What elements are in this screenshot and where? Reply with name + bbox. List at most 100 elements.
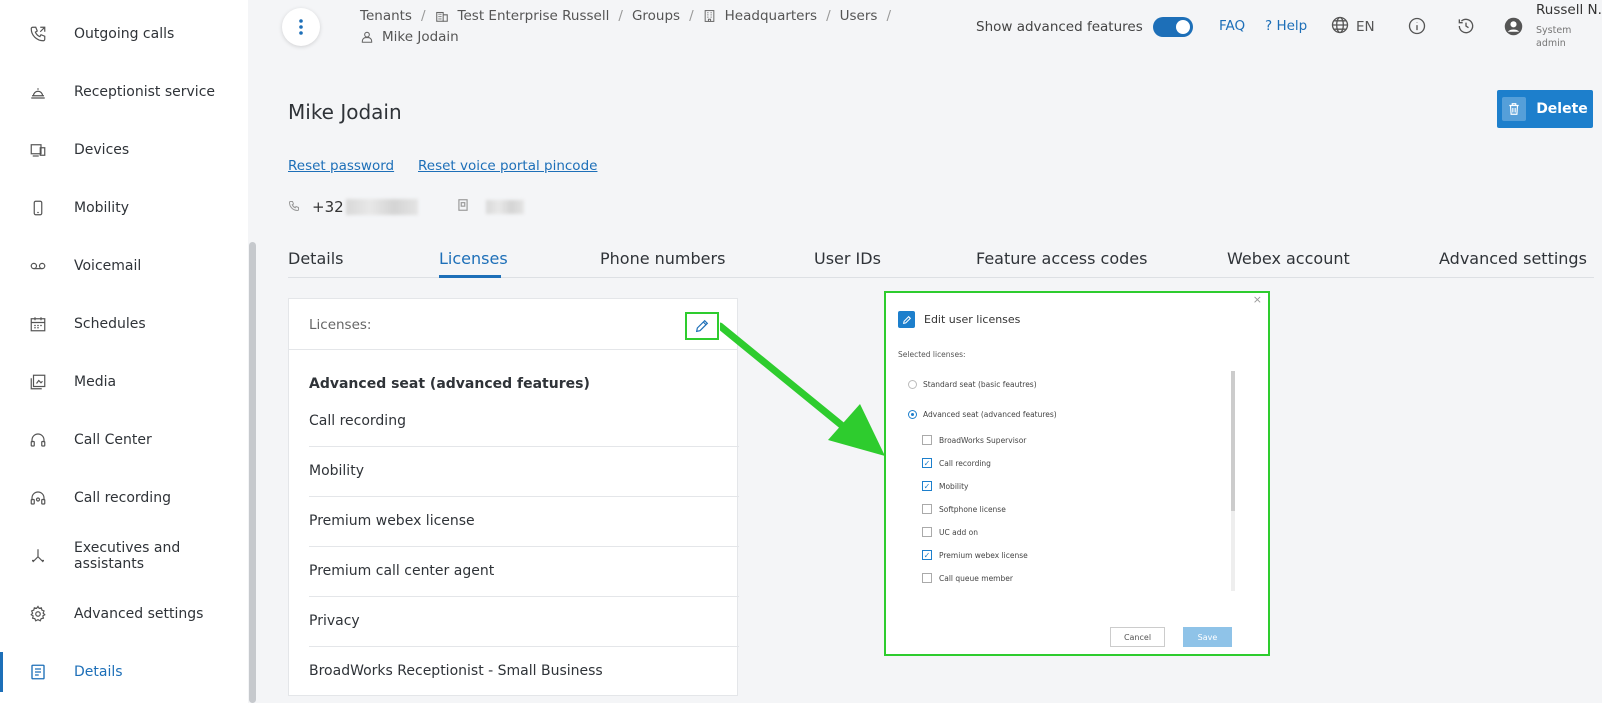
checkbox-softphone-license[interactable]: Softphone license: [922, 504, 1006, 514]
checkbox-call-queue-member[interactable]: Call queue member: [922, 573, 1013, 583]
breadcrumb-group[interactable]: Headquarters: [725, 8, 817, 24]
close-icon[interactable]: ×: [1253, 293, 1262, 306]
tab-bar: Details Licenses Phone numbers User IDs …: [288, 240, 1594, 278]
annotation-arrow-icon: [720, 322, 885, 456]
sidebar-item-label: Mobility: [74, 200, 129, 216]
sidebar-item-outgoing-calls[interactable]: Outgoing calls: [0, 5, 248, 63]
breadcrumb-users[interactable]: Users: [840, 8, 878, 24]
tab-licenses[interactable]: Licenses: [439, 249, 508, 268]
breadcrumb-groups[interactable]: Groups: [632, 8, 680, 24]
checkbox-label: BroadWorks Supervisor: [939, 435, 1027, 445]
delete-label: Delete: [1536, 101, 1588, 117]
advanced-features-toggle[interactable]: [1152, 17, 1193, 37]
breadcrumb-separator: /: [689, 8, 694, 24]
breadcrumb-tenants[interactable]: Tenants: [360, 8, 412, 24]
reset-password-link[interactable]: Reset password: [288, 158, 394, 174]
tab-details[interactable]: Details: [288, 249, 343, 268]
sidebar-item-label: Devices: [74, 142, 130, 158]
info-icon[interactable]: [1406, 15, 1428, 37]
sidebar-item-call-center[interactable]: Call Center: [0, 411, 248, 469]
page-title: Mike Jodain: [288, 100, 402, 124]
language-selector[interactable]: EN: [1330, 15, 1375, 39]
checkbox-label: Call queue member: [939, 573, 1013, 583]
user-role: System admin: [1536, 25, 1572, 49]
checkmark-icon[interactable]: ✓: [922, 458, 932, 468]
devices-icon: [28, 140, 48, 160]
sidebar-item-details[interactable]: Details: [0, 643, 248, 701]
checkbox[interactable]: [922, 527, 932, 537]
checkbox-label: Premium webex license: [939, 550, 1028, 560]
language-label: EN: [1356, 19, 1375, 35]
sidebar-item-media[interactable]: Media: [0, 353, 248, 411]
redacted-extension: [485, 200, 524, 214]
checkbox-mobility[interactable]: ✓ Mobility: [922, 481, 968, 491]
help-link[interactable]: ? Help: [1265, 18, 1307, 34]
sidebar-item-executives-assistants[interactable]: Executives and assistants: [0, 527, 248, 585]
sidebar-scrollbar-thumb[interactable]: [249, 242, 256, 703]
sidebar-item-label: Details: [74, 664, 123, 680]
tab-user-ids[interactable]: User IDs: [814, 249, 881, 268]
trash-icon: [1502, 97, 1527, 121]
tab-phone-numbers[interactable]: Phone numbers: [600, 249, 725, 268]
breadcrumb-separator: /: [420, 8, 426, 24]
license-name: BroadWorks Receptionist - Small Business: [309, 663, 603, 679]
sidebar-item-advanced-settings[interactable]: Advanced settings: [0, 585, 248, 643]
sidebar-item-devices[interactable]: Devices: [0, 121, 248, 179]
tab-feature-access-codes[interactable]: Feature access codes: [976, 249, 1147, 268]
extension-icon: [456, 198, 470, 216]
sidebar-item-call-recording[interactable]: Call recording: [0, 469, 248, 527]
sidebar-item-label: Receptionist service: [74, 84, 215, 100]
sidebar-item-label: Voicemail: [74, 258, 142, 274]
licenses-card-title: Licenses:: [309, 317, 372, 333]
dialog-subtitle: Selected licenses:: [898, 350, 966, 359]
checkbox-label: Call recording: [939, 458, 991, 468]
reset-pincode-link[interactable]: Reset voice portal pincode: [418, 158, 597, 174]
radio-advanced-seat[interactable]: Advanced seat (advanced features): [908, 410, 1057, 419]
dialog-title: Edit user licenses: [924, 313, 1021, 326]
edit-licenses-dialog: × Edit user licenses Selected licenses: …: [884, 291, 1270, 656]
account-icon[interactable]: [1502, 15, 1524, 37]
dialog-scrollbar-thumb[interactable]: [1231, 371, 1235, 511]
license-row: BroadWorks Receptionist - Small Business: [309, 647, 739, 697]
edit-licenses-button[interactable]: [685, 312, 719, 340]
tab-webex-account[interactable]: Webex account: [1227, 249, 1350, 268]
radio-button[interactable]: [908, 380, 917, 389]
sidebar-item-voicemail[interactable]: Voicemail: [0, 237, 248, 295]
sidebar-item-schedules[interactable]: Schedules: [0, 295, 248, 353]
mobile-phone-icon: [28, 198, 48, 218]
license-name: Call recording: [309, 413, 406, 429]
advanced-features-label: Show advanced features: [976, 19, 1143, 35]
checkbox[interactable]: [922, 435, 932, 445]
checkbox[interactable]: [922, 504, 932, 514]
save-button[interactable]: Save: [1183, 627, 1232, 647]
license-row: Call recording: [309, 397, 739, 447]
checkbox-premium-webex[interactable]: ✓ Premium webex license: [922, 550, 1028, 560]
sidebar-item-mobility[interactable]: Mobility: [0, 179, 248, 237]
history-icon[interactable]: [1455, 15, 1477, 37]
faq-link[interactable]: FAQ: [1219, 18, 1245, 34]
license-row: Mobility: [309, 447, 739, 497]
kebab-icon: [299, 19, 303, 35]
sidebar-item-label: Advanced settings: [74, 606, 204, 622]
cancel-button[interactable]: Cancel: [1110, 627, 1165, 647]
checkbox-broadworks-supervisor[interactable]: BroadWorks Supervisor: [922, 435, 1026, 445]
user-icon: [360, 29, 374, 45]
reception-bell-icon: [28, 82, 48, 102]
sidebar-item-receptionist-service[interactable]: Receptionist service: [0, 63, 248, 121]
active-tab-indicator: [439, 275, 501, 278]
checkbox-call-recording[interactable]: ✓ Call recording: [922, 458, 991, 468]
delete-button[interactable]: Delete: [1497, 90, 1593, 128]
user-name[interactable]: Russell N.: [1536, 2, 1602, 18]
checkmark-icon[interactable]: ✓: [922, 481, 932, 491]
checkmark-icon[interactable]: ✓: [922, 550, 932, 560]
radio-button[interactable]: [908, 410, 917, 419]
checkbox[interactable]: [922, 573, 932, 583]
breadcrumb-enterprise[interactable]: Test Enterprise Russell: [458, 8, 610, 24]
details-document-icon: [28, 662, 48, 682]
checkbox-uc-add-on[interactable]: UC add on: [922, 527, 978, 537]
kebab-menu-button[interactable]: [282, 8, 320, 46]
license-row: Privacy: [309, 597, 739, 647]
radio-standard-seat[interactable]: Standard seat (basic feautres): [908, 380, 1037, 389]
checkbox-label: UC add on: [939, 527, 978, 537]
tab-advanced-settings[interactable]: Advanced settings: [1439, 249, 1587, 268]
